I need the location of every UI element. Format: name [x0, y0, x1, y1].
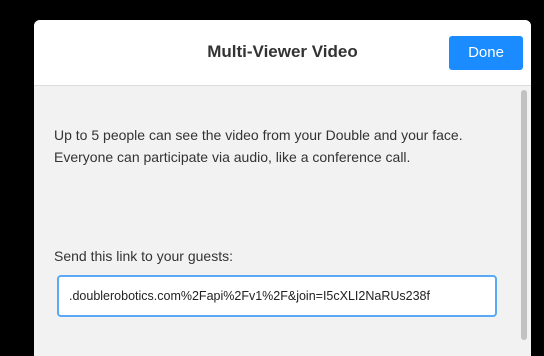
scrollbar[interactable]	[519, 88, 531, 356]
link-label: Send this link to your guests:	[54, 248, 233, 264]
description-text: Up to 5 people can see the video from yo…	[54, 127, 463, 165]
done-button[interactable]: Done	[449, 36, 523, 70]
dialog-body: Up to 5 people can see the video from yo…	[34, 86, 531, 356]
multi-viewer-dialog: Multi-Viewer Video Done Up to 5 people c…	[34, 20, 531, 356]
guest-link-input[interactable]	[57, 275, 497, 317]
scrollbar-thumb[interactable]	[521, 90, 527, 340]
dialog-header: Multi-Viewer Video Done	[34, 20, 531, 86]
